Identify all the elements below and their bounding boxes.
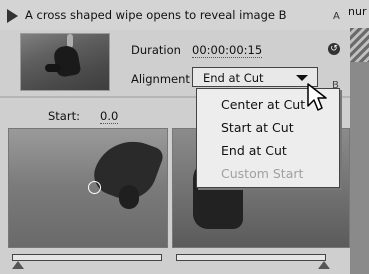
center-point-handle[interactable] bbox=[88, 181, 101, 194]
thumbnail-diver bbox=[52, 44, 82, 78]
alignment-dropdown[interactable]: End at Cut bbox=[192, 67, 318, 87]
menu-item-start-at-cut[interactable]: Start at Cut bbox=[221, 120, 294, 135]
alignment-label: Alignment bbox=[131, 72, 190, 86]
start-label: Start: bbox=[48, 109, 80, 123]
start-value[interactable]: 0.0 bbox=[100, 109, 119, 124]
duration-label: Duration bbox=[131, 43, 181, 57]
clip-b-slider[interactable] bbox=[176, 254, 326, 261]
timeline-hatch bbox=[350, 28, 369, 62]
mouse-pointer-icon bbox=[307, 83, 327, 111]
menu-item-end-at-cut[interactable]: End at Cut bbox=[221, 143, 287, 158]
clip-b-slider-handle[interactable] bbox=[318, 261, 330, 269]
thumbnail-fin bbox=[45, 64, 61, 72]
track-a-label: A bbox=[333, 11, 340, 22]
menu-item-center-at-cut[interactable]: Center at Cut bbox=[221, 97, 305, 112]
timeline-strip bbox=[350, 28, 369, 274]
duration-value[interactable]: 00:00:00:15 bbox=[192, 43, 263, 58]
alignment-selected-value: End at Cut bbox=[203, 71, 264, 85]
transition-thumbnail bbox=[20, 33, 110, 91]
clip-a-slider[interactable] bbox=[12, 254, 162, 261]
clip-a-fin bbox=[119, 185, 139, 209]
play-icon[interactable] bbox=[7, 9, 18, 23]
chevron-down-icon bbox=[296, 75, 308, 81]
clip-a-slider-handle[interactable] bbox=[12, 261, 24, 269]
reset-icon[interactable]: ↺ bbox=[328, 43, 340, 55]
menu-item-custom-start: Custom Start bbox=[221, 166, 304, 181]
clipped-label: nur bbox=[348, 5, 367, 18]
transition-description: A cross shaped wipe opens to reveal imag… bbox=[25, 8, 287, 22]
